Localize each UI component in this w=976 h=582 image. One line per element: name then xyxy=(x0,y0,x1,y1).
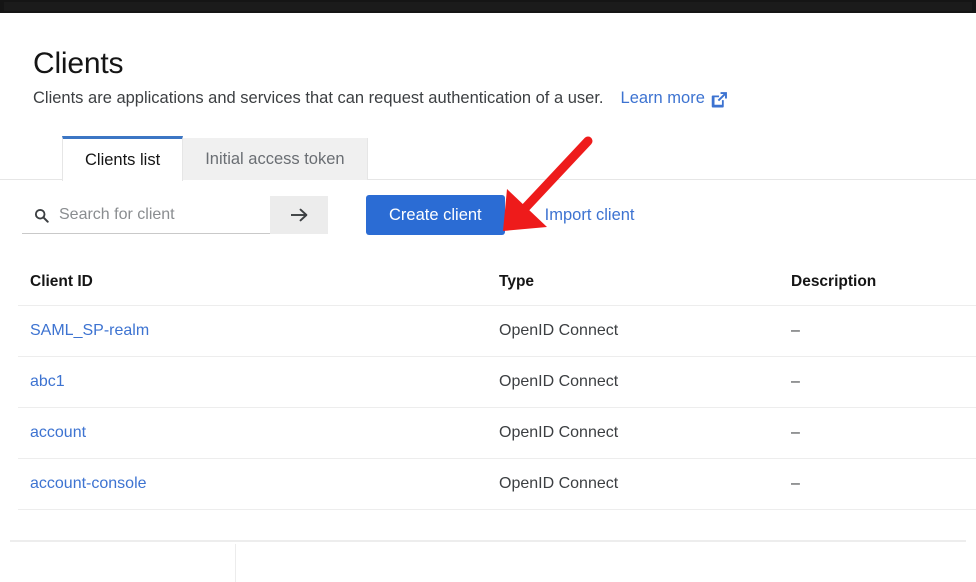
learn-more-link[interactable]: Learn more xyxy=(621,87,728,109)
clients-table-body: SAML_SP-realm OpenID Connect – abc1 Open… xyxy=(18,305,976,510)
table-row[interactable]: SAML_SP-realm OpenID Connect – xyxy=(18,305,976,357)
tab-clients-list[interactable]: Clients list xyxy=(62,136,184,181)
cell-client-id: SAML_SP-realm xyxy=(18,305,487,357)
client-id-link[interactable]: abc1 xyxy=(30,373,65,390)
column-header-description[interactable]: Description xyxy=(779,264,976,306)
browser-top-bar-inner xyxy=(4,2,972,11)
tabs-bar: Clients list Initial access token xyxy=(0,135,976,181)
footer-rule xyxy=(10,540,966,542)
client-id-link[interactable]: account-console xyxy=(30,475,147,492)
footer-vertical-divider xyxy=(235,544,236,582)
cell-type: OpenID Connect xyxy=(487,305,779,357)
import-client-button[interactable]: Import client xyxy=(545,206,635,225)
page-subline: Clients are applications and services th… xyxy=(33,87,976,109)
external-link-icon xyxy=(711,91,728,108)
clients-table-head: Client ID Type Description xyxy=(18,264,976,306)
cell-description: – xyxy=(779,356,976,408)
table-row[interactable]: abc1 OpenID Connect – xyxy=(18,356,976,408)
client-id-link[interactable]: SAML_SP-realm xyxy=(30,322,149,339)
search-input[interactable] xyxy=(59,205,258,224)
table-header-row: Client ID Type Description xyxy=(18,264,976,306)
tab-initial-access-token-label: Initial access token xyxy=(205,149,345,168)
cell-description: – xyxy=(779,407,976,459)
page-subtitle: Clients are applications and services th… xyxy=(33,89,604,107)
search-box[interactable] xyxy=(22,196,270,234)
clients-toolbar: Create client Import client xyxy=(0,180,976,250)
search-icon xyxy=(34,208,49,223)
cell-description: – xyxy=(779,305,976,357)
cell-type: OpenID Connect xyxy=(487,356,779,408)
clients-table: Client ID Type Description SAML_SP-realm… xyxy=(18,264,976,510)
search-group xyxy=(22,196,328,234)
learn-more-label: Learn more xyxy=(620,89,705,107)
page-header: Clients Clients are applications and ser… xyxy=(0,13,976,109)
client-id-link[interactable]: account xyxy=(30,424,86,441)
cell-description: – xyxy=(779,458,976,510)
cell-type: OpenID Connect xyxy=(487,407,779,459)
page-footer xyxy=(0,540,976,582)
arrow-right-icon xyxy=(289,207,310,223)
cell-client-id: abc1 xyxy=(18,356,487,408)
tabs: Clients list Initial access token xyxy=(62,136,368,181)
cell-type: OpenID Connect xyxy=(487,458,779,510)
page-title: Clients xyxy=(33,47,124,80)
table-row[interactable]: account-console OpenID Connect – xyxy=(18,458,976,510)
create-client-button[interactable]: Create client xyxy=(366,195,505,235)
clients-page: Clients Clients are applications and ser… xyxy=(0,13,976,582)
search-submit-button[interactable] xyxy=(270,196,328,234)
browser-top-bar xyxy=(0,0,976,13)
table-row[interactable]: account OpenID Connect – xyxy=(18,407,976,459)
column-header-client-id[interactable]: Client ID xyxy=(18,264,487,306)
cell-client-id: account-console xyxy=(18,458,487,510)
cell-client-id: account xyxy=(18,407,487,459)
column-header-type[interactable]: Type xyxy=(487,264,779,306)
tab-clients-list-label: Clients list xyxy=(85,150,161,169)
tab-initial-access-token[interactable]: Initial access token xyxy=(183,138,368,180)
